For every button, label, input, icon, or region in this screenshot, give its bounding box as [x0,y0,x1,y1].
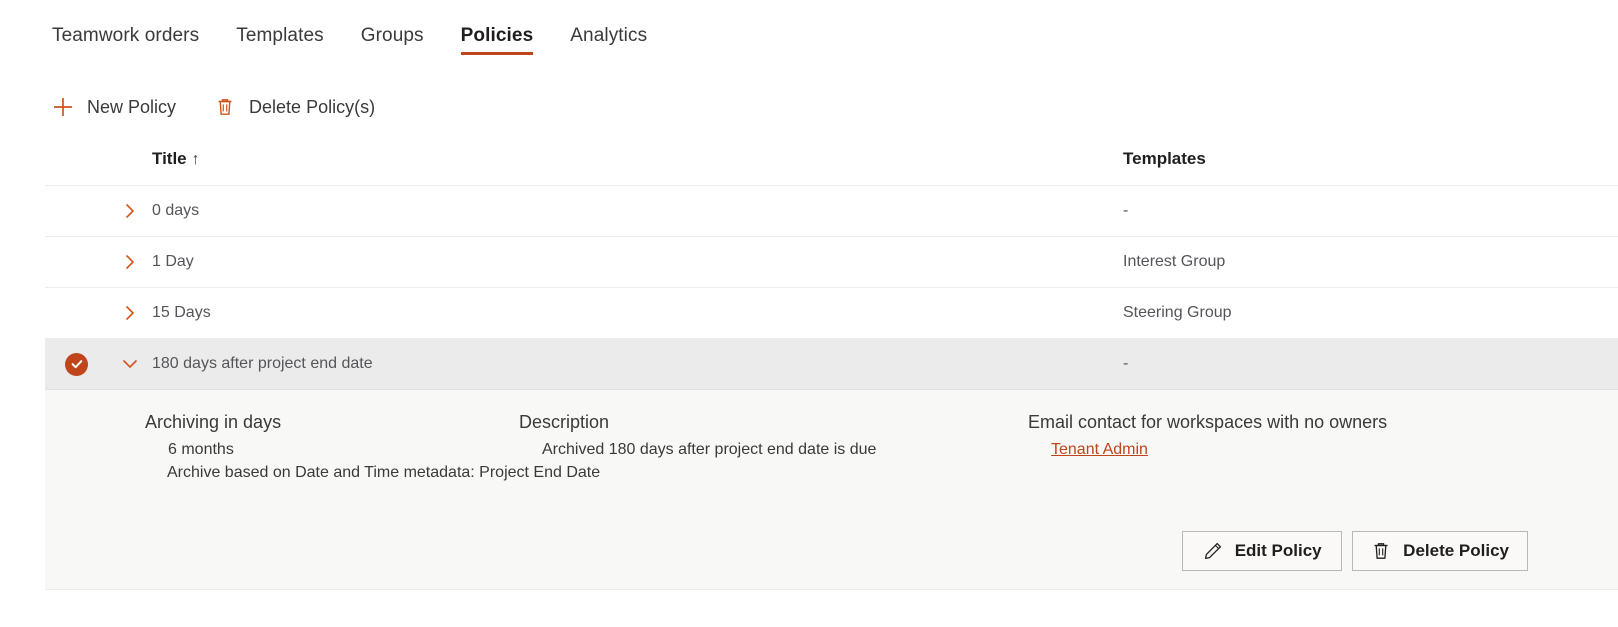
edit-policy-button[interactable]: Edit Policy [1182,531,1343,571]
tab-policies[interactable]: Policies [460,0,534,59]
detail-description-section: Description Archived 180 days after proj… [518,412,988,487]
detail-action-buttons: Edit Policy Delete Policy [1182,531,1528,571]
table-row[interactable]: 0 days - [45,186,1618,237]
column-header-title[interactable]: Title ↑ [45,149,1123,169]
delete-policy-button[interactable]: Delete Policy [1352,531,1528,571]
collapse-chevron-down-icon[interactable] [108,357,152,371]
row-title: 15 Days [152,304,211,321]
archiving-heading: Archiving in days [145,412,282,432]
tab-label: Groups [360,25,424,46]
command-bar: New Policy Delete Policy(s) [0,82,1618,132]
row-title: 180 days after project end date [152,355,373,372]
table-row[interactable]: 1 Day Interest Group [45,237,1618,288]
column-header-templates-label: Templates [1123,148,1206,168]
row-title: 0 days [152,202,200,219]
tab-label: Policies [460,25,534,46]
plus-icon [52,96,74,118]
tenant-admin-link[interactable]: Tenant Admin [1028,441,1148,459]
tab-teamwork-orders[interactable]: Teamwork orders [52,0,199,59]
tab-label: Analytics [570,25,648,46]
table-row[interactable]: 15 Days Steering Group [45,288,1618,339]
trash-icon [214,96,236,118]
column-header-templates[interactable]: Templates [1123,149,1618,169]
policies-table: Title ↑ Templates 0 days - 1 Day Interest… [45,132,1618,590]
archiving-metadata: Archive based on Date and Time metadata:… [167,464,601,481]
description-value: Archived 180 days after project end date… [542,441,877,458]
detail-archiving-section: Archiving in days 6 months Archive based… [45,412,601,487]
detail-columns: Archiving in days 6 months Archive based… [45,412,1618,487]
pencil-icon [1203,541,1223,561]
table-row-selected[interactable]: 180 days after project end date - [45,339,1618,390]
email-contact-heading: Email contact for workspaces with no own… [1028,412,1388,432]
tab-templates[interactable]: Templates [236,0,324,59]
checkmark-icon [65,352,88,376]
row-templates: Steering Group [1123,304,1232,321]
tab-analytics[interactable]: Analytics [570,0,647,59]
table-header-row: Title ↑ Templates [45,132,1618,186]
expand-chevron-right-icon[interactable] [108,304,152,322]
trash-icon [1371,541,1391,561]
archiving-value: 6 months [168,441,234,458]
row-select-cell[interactable] [45,352,108,376]
tab-label: Templates [236,25,324,46]
column-header-title-label: Title [152,148,187,168]
description-heading: Description [519,412,610,432]
delete-policies-button[interactable]: Delete Policy(s) [214,96,375,118]
tab-label: Teamwork orders [52,25,200,46]
detail-email-contact-section: Email contact for workspaces with no own… [988,412,1618,487]
edit-policy-label: Edit Policy [1234,541,1322,560]
sort-ascending-icon: ↑ [191,150,200,168]
main-tabs: Teamwork orders Templates Groups Policie… [0,0,1618,68]
row-templates: - [1123,202,1129,219]
expand-chevron-right-icon[interactable] [108,202,152,220]
delete-policies-label: Delete Policy(s) [249,96,376,117]
row-templates: Interest Group [1123,253,1226,270]
expand-chevron-right-icon[interactable] [108,253,152,271]
row-title: 1 Day [152,253,194,270]
tab-groups[interactable]: Groups [361,0,424,59]
new-policy-label: New Policy [87,96,177,117]
new-policy-button[interactable]: New Policy [52,96,176,118]
policy-detail-panel: Archiving in days 6 months Archive based… [45,390,1618,590]
row-templates: - [1123,355,1129,372]
delete-policy-label: Delete Policy [1403,541,1509,560]
